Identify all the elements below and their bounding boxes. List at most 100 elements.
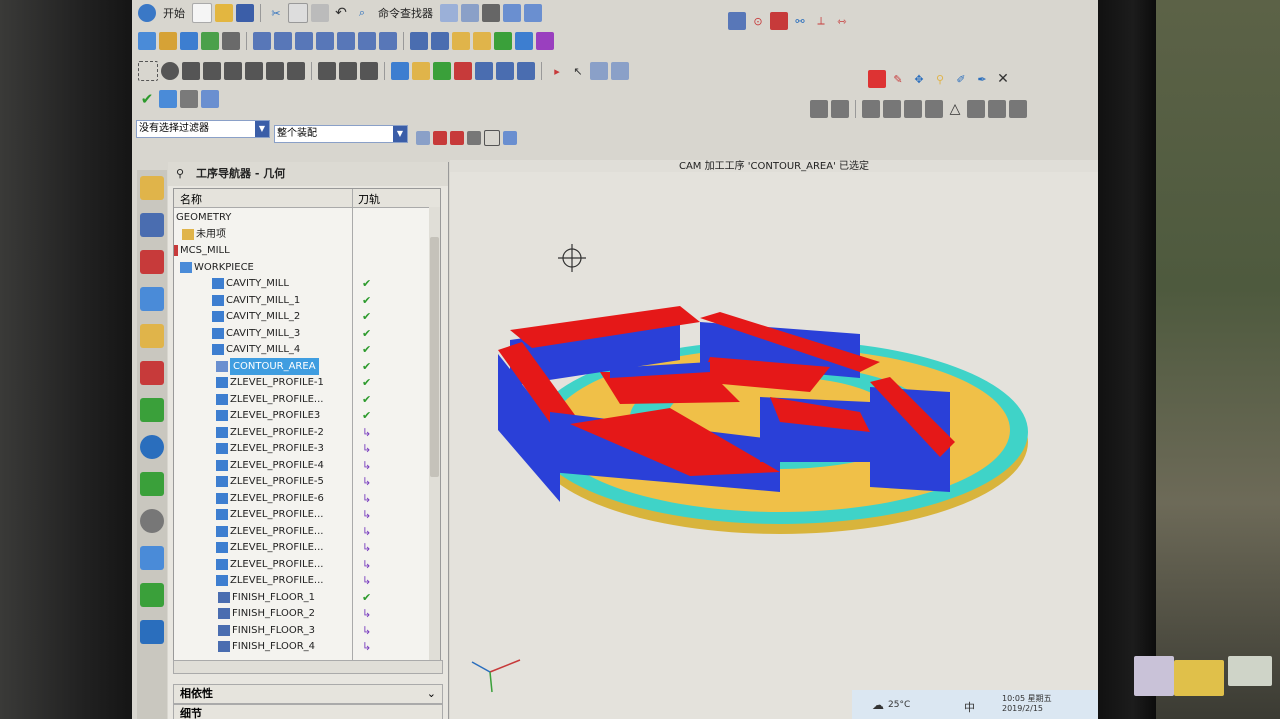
checkmark-icon[interactable]: ✔ — [138, 90, 156, 108]
tab-process-studio[interactable] — [140, 620, 164, 644]
orient-icon[interactable] — [503, 4, 521, 22]
blend-icon[interactable] — [925, 100, 943, 118]
view-icon[interactable] — [461, 4, 479, 22]
render-icon[interactable] — [475, 62, 493, 80]
measure-icon[interactable] — [391, 62, 409, 80]
align-icon[interactable] — [611, 62, 629, 80]
tree-row[interactable]: ZLEVEL_PROFILE-6 ↳ — [174, 490, 424, 507]
tree-row[interactable]: 未用项 — [174, 226, 424, 243]
tree-row[interactable]: ZLEVEL_PROFILE... ↳ — [174, 572, 424, 589]
mark-icon[interactable]: ✎ — [889, 70, 907, 88]
tab-assembly-navigator[interactable] — [140, 287, 164, 311]
assembly-icon[interactable] — [440, 4, 458, 22]
tree-row[interactable]: CONTOUR_AREA ✔ — [174, 357, 424, 375]
nx-logo-icon[interactable] — [138, 4, 156, 22]
snap-mid-icon[interactable] — [450, 131, 464, 145]
create-geometry-icon[interactable] — [180, 32, 198, 50]
shop-docs-icon[interactable] — [379, 32, 397, 50]
rectangle-select-icon[interactable] — [484, 130, 500, 146]
cylinder-icon[interactable] — [988, 100, 1006, 118]
tab-hd3d-tools[interactable] — [140, 361, 164, 385]
paste-object-icon[interactable] — [473, 32, 491, 50]
snap-center-icon[interactable] — [467, 131, 481, 145]
revolve-icon[interactable] — [883, 100, 901, 118]
view-right-icon[interactable] — [360, 62, 378, 80]
tree-row[interactable]: ZLEVEL_PROFILE-2 ↳ — [174, 424, 424, 441]
assembly-nav-icon[interactable] — [728, 12, 746, 30]
snap-point-icon[interactable]: ⊙ — [749, 12, 767, 30]
start-menu[interactable]: 开始 — [159, 5, 189, 21]
simulate-icon[interactable] — [337, 32, 355, 50]
tab-machine-tool-navigator[interactable] — [140, 213, 164, 237]
lens-icon[interactable]: ⚲ — [931, 70, 949, 88]
hole-icon[interactable] — [904, 100, 922, 118]
dimension-icon[interactable]: ⇿ — [833, 12, 851, 30]
constraint-icon[interactable] — [770, 12, 788, 30]
new-file-icon[interactable] — [192, 3, 212, 23]
column-header-name[interactable]: 名称 — [180, 191, 202, 207]
input-language[interactable]: 中 — [964, 699, 975, 715]
tree-row[interactable]: FINISH_FLOOR_4 ↳ — [174, 638, 424, 655]
select-arrow-icon[interactable]: ▸ — [548, 62, 566, 80]
tree-row[interactable]: ZLEVEL_PROFILE... ↳ — [174, 506, 424, 523]
paste-icon[interactable] — [311, 4, 329, 22]
postprocess-icon[interactable] — [358, 32, 376, 50]
hidden-edge-icon[interactable] — [203, 62, 221, 80]
select-gear-icon[interactable] — [416, 131, 430, 145]
block-icon[interactable] — [967, 100, 985, 118]
open-folder-icon[interactable] — [215, 4, 233, 22]
create-program-icon[interactable] — [138, 32, 156, 50]
tab-palette[interactable] — [140, 583, 164, 607]
copy-object-icon[interactable] — [452, 32, 470, 50]
object-info-icon[interactable] — [515, 32, 533, 50]
tree-row[interactable]: CAVITY_MILL_4 ✔ — [174, 341, 424, 358]
column-header-toolpath[interactable]: 刀轨 — [358, 191, 380, 207]
pointer-icon[interactable]: ↖ — [569, 62, 587, 80]
ruler-icon[interactable]: ⟂ — [812, 12, 830, 30]
command-finder-icon[interactable]: ⌕ — [353, 4, 371, 22]
tree-row[interactable]: ZLEVEL_PROFILE-5 ↳ — [174, 473, 424, 490]
horizontal-scrollbar[interactable] — [173, 660, 443, 674]
tab-system-materials[interactable] — [140, 472, 164, 496]
feedrate-icon[interactable] — [536, 32, 554, 50]
tree-row[interactable]: ZLEVEL_PROFILE-4 ↳ — [174, 457, 424, 474]
triangle-icon[interactable]: △ — [946, 100, 964, 118]
camera-icon[interactable] — [496, 62, 514, 80]
view-front-icon[interactable] — [318, 62, 336, 80]
cut-icon[interactable]: ✂ — [267, 4, 285, 22]
tree-row[interactable]: CAVITY_MILL_2 ✔ — [174, 308, 424, 325]
static-wire-icon[interactable] — [224, 62, 242, 80]
vertical-scrollbar[interactable] — [429, 207, 440, 661]
tree-row[interactable]: FINISH_FLOOR_1 ✔ — [174, 589, 424, 606]
undo-icon[interactable]: ↶ — [332, 4, 350, 22]
verify-toolpath-icon[interactable] — [316, 32, 334, 50]
tree-row[interactable]: FINISH_FLOOR_3 ↳ — [174, 622, 424, 639]
move-icon[interactable]: ✥ — [910, 70, 928, 88]
section-icon[interactable] — [412, 62, 430, 80]
tree-row[interactable]: FINISH_FLOOR_2 ↳ — [174, 605, 424, 622]
display-icon[interactable] — [454, 62, 472, 80]
tool-icon[interactable] — [201, 90, 219, 108]
tab-web-browser[interactable] — [140, 398, 164, 422]
sketch-icon[interactable] — [831, 100, 849, 118]
save-icon[interactable] — [236, 4, 254, 22]
wireframe-icon[interactable] — [182, 62, 200, 80]
view-top-icon[interactable] — [339, 62, 357, 80]
tab-clock[interactable] — [140, 509, 164, 533]
highlight-icon[interactable] — [868, 70, 886, 88]
brush-icon[interactable]: ✐ — [952, 70, 970, 88]
scrollbar-thumb[interactable] — [430, 237, 439, 477]
transform-icon[interactable] — [494, 32, 512, 50]
create-method-icon[interactable] — [201, 32, 219, 50]
report-icon[interactable] — [159, 90, 177, 108]
link-icon[interactable]: ⚯ — [791, 12, 809, 30]
tab-history[interactable] — [140, 435, 164, 459]
cut-object-icon[interactable] — [431, 32, 449, 50]
tab-roles[interactable] — [140, 546, 164, 570]
orient2-icon[interactable] — [524, 4, 542, 22]
tree-row[interactable]: ZLEVEL_PROFILE-3 ↳ — [174, 440, 424, 457]
assembly-scope-dropdown[interactable]: 整个装配 ▼ — [274, 125, 408, 143]
create-tool-icon[interactable] — [159, 32, 177, 50]
tab-part-navigator[interactable] — [140, 250, 164, 274]
tree-row[interactable]: CAVITY_MILL_3 ✔ — [174, 325, 424, 342]
